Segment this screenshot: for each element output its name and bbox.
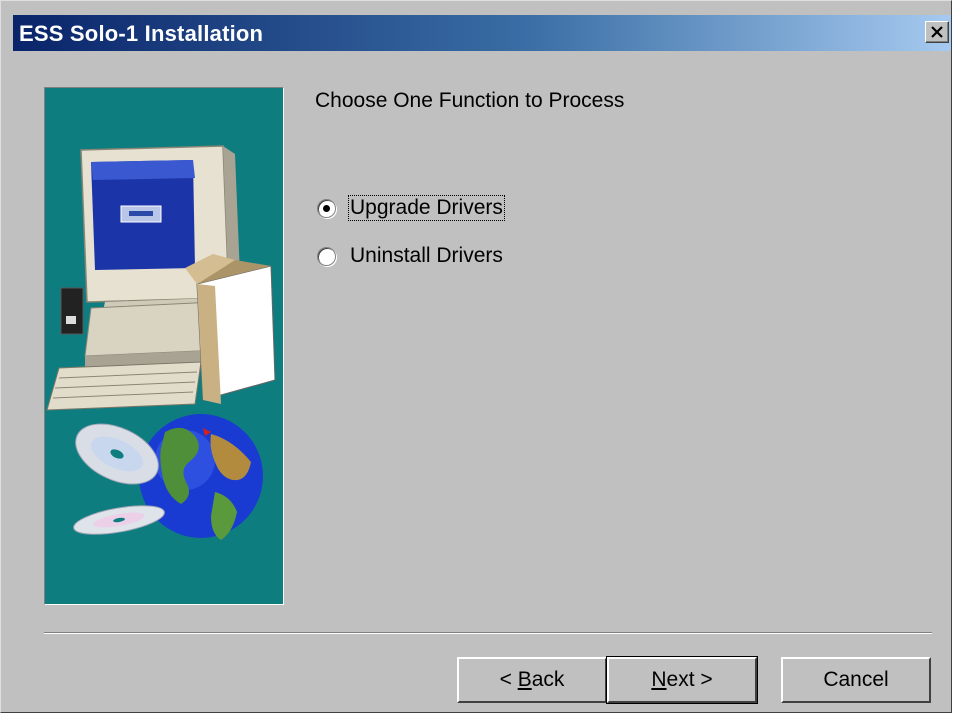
radio-upgrade-drivers[interactable] xyxy=(317,198,336,218)
option-label-uninstall-drivers[interactable]: Uninstall Drivers xyxy=(349,244,504,268)
window-title: ESS Solo-1 Installation xyxy=(19,21,264,46)
radio-uninstall-drivers[interactable] xyxy=(317,246,336,266)
close-icon xyxy=(931,26,943,38)
next-button-label: ext > xyxy=(666,668,713,691)
setup-illustration xyxy=(44,87,284,605)
computer-globe-cd-icon xyxy=(46,145,276,540)
close-button[interactable] xyxy=(925,21,949,43)
radio-selected-dot xyxy=(323,204,330,212)
option-uninstall-drivers[interactable]: Uninstall Drivers xyxy=(317,244,504,268)
cancel-button[interactable]: Cancel xyxy=(781,657,931,703)
installer-dialog: ESS Solo-1 Installation Choose One Funct… xyxy=(0,0,952,713)
footer-separator xyxy=(44,632,932,634)
option-label-upgrade-drivers[interactable]: Upgrade Drivers xyxy=(348,195,505,221)
globe-icon xyxy=(139,414,263,540)
next-button[interactable]: Next > xyxy=(606,656,758,704)
back-button-prefix: < xyxy=(499,668,518,691)
title-bar[interactable]: ESS Solo-1 Installation xyxy=(13,15,951,51)
back-button-label: ack xyxy=(531,668,565,691)
keyboard-icon xyxy=(46,361,202,411)
back-button-mnemonic: B xyxy=(517,668,532,691)
instruction-text: Choose One Function to Process xyxy=(315,89,625,112)
cancel-button-label: Cancel xyxy=(823,668,889,691)
cd-disc-icon xyxy=(73,423,165,535)
next-button-mnemonic: N xyxy=(651,668,667,691)
back-button[interactable]: < Back xyxy=(457,657,607,703)
option-upgrade-drivers[interactable]: Upgrade Drivers xyxy=(317,195,505,221)
